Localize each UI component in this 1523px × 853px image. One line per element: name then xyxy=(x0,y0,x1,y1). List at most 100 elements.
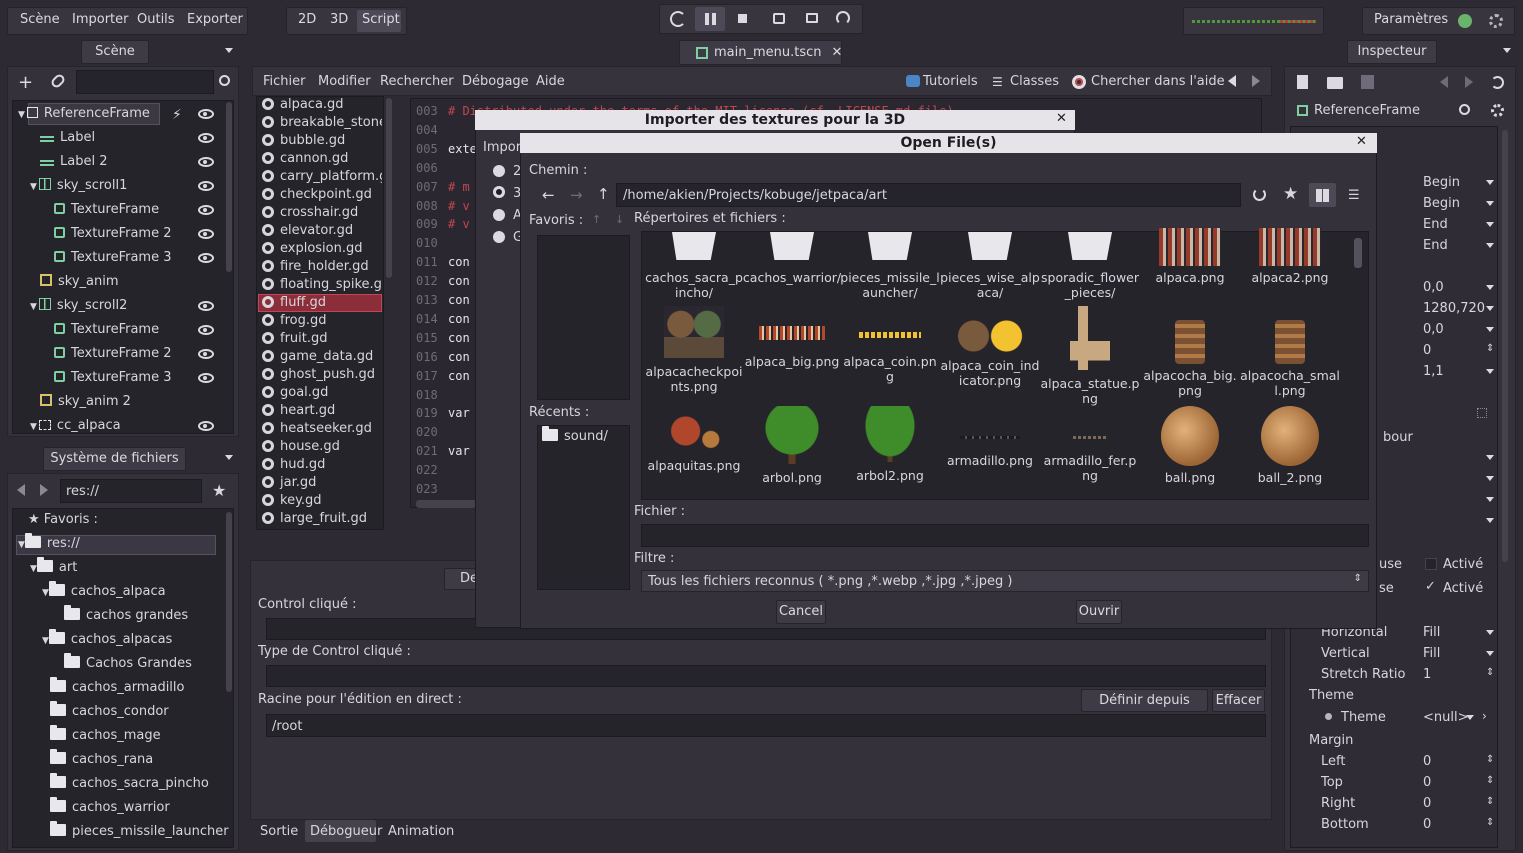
visibility-eye-icon[interactable] xyxy=(198,205,214,215)
list-view-icon[interactable]: ☰ xyxy=(1348,188,1360,203)
import-radio-4[interactable] xyxy=(493,231,505,243)
file-input[interactable] xyxy=(641,524,1369,547)
visibility-eye-icon[interactable] xyxy=(198,229,214,239)
script-file-item[interactable]: bubble.gd xyxy=(262,132,382,150)
new-resource-icon[interactable] xyxy=(1297,75,1308,89)
fs-favorites[interactable]: ★ Favoris : xyxy=(28,508,98,532)
dropdown-arrow-icon[interactable] xyxy=(1486,369,1494,374)
margin-top-value[interactable]: 0 xyxy=(1423,775,1431,790)
script-file-item[interactable]: frog.gd xyxy=(262,312,382,330)
scene-node[interactable]: ▼ ReferenceFrame xyxy=(18,102,150,126)
script-file-item[interactable]: floating_spike.gd xyxy=(262,276,382,294)
script-file-item[interactable]: heart.gd xyxy=(262,402,382,420)
visibility-eye-icon[interactable] xyxy=(198,253,214,263)
fs-folder-item[interactable]: cachos_armadillo xyxy=(50,676,184,700)
tab-main-menu[interactable]: main_menu.tscn ✕ xyxy=(679,40,842,65)
back-icon[interactable] xyxy=(17,484,25,496)
visibility-eye-icon[interactable] xyxy=(198,373,214,383)
inspector-value[interactable]: Begin xyxy=(1423,196,1460,211)
dialog-refresh-icon[interactable] xyxy=(1253,188,1266,201)
script-file-item[interactable]: hud.gd xyxy=(262,456,382,474)
favorite-star-icon[interactable]: ★ xyxy=(212,481,226,500)
script-file-item[interactable]: house.gd xyxy=(262,438,382,456)
stretch-ratio-value[interactable]: 1 xyxy=(1423,667,1431,682)
fs-folder-item[interactable]: cachos_rana xyxy=(50,748,153,772)
script-file-item[interactable]: explosion.gd xyxy=(262,240,382,258)
script-file-item[interactable]: large_fruit.gd xyxy=(262,510,382,528)
favorites-list[interactable] xyxy=(537,235,630,400)
recent-item-sound[interactable]: sound/ xyxy=(542,426,608,444)
script-menu-help[interactable]: Aide xyxy=(536,74,565,89)
grid-file[interactable]: armadillo_fer.png xyxy=(1040,406,1140,504)
script-menu-search[interactable]: Rechercher xyxy=(380,74,454,89)
menu-scene[interactable]: Scène xyxy=(20,12,60,27)
dialog-back-icon[interactable]: ← xyxy=(542,188,555,203)
script-file-item[interactable]: fire_holder.gd xyxy=(262,258,382,276)
fav-down-icon[interactable]: ↓ xyxy=(615,213,624,226)
mode-script-button[interactable]: Script xyxy=(362,12,400,27)
visibility-eye-icon[interactable] xyxy=(198,421,214,431)
script-file-item[interactable]: key.gd xyxy=(262,492,382,510)
dropdown-arrow-icon[interactable] xyxy=(1486,285,1494,290)
grid-file[interactable]: alpaca_coin_indicator.png xyxy=(940,306,1040,404)
open-folder-icon[interactable] xyxy=(1327,77,1343,89)
fs-folder-item[interactable]: cachos_mage xyxy=(50,724,161,748)
grid-file[interactable]: alpaca_coin.png xyxy=(840,306,940,404)
dropdown-arrow-icon[interactable] xyxy=(1486,243,1494,248)
inspector-value[interactable]: 1280,720 xyxy=(1423,301,1485,316)
theme-expand-icon[interactable]: › xyxy=(1482,709,1487,723)
vertical-value[interactable]: Fill xyxy=(1423,646,1440,661)
filter-select[interactable]: Tous les fichiers reconnus ( *.png ,*.we… xyxy=(641,570,1369,592)
active-checkbox-1[interactable] xyxy=(1425,558,1437,570)
tab-output[interactable]: Sortie xyxy=(260,824,298,839)
set-from-tree-button[interactable]: Définir depuis l'arbre xyxy=(1081,689,1208,729)
import-dialog-close-icon[interactable]: ✕ xyxy=(1056,111,1067,126)
scene-node[interactable]: Label xyxy=(40,126,95,150)
inspector-scrollbar[interactable] xyxy=(1502,130,1508,562)
scene-node[interactable]: TextureFrame xyxy=(54,198,159,222)
script-menu-file[interactable]: Fichier xyxy=(263,74,306,89)
grid-file[interactable]: arbol2.png xyxy=(840,406,940,504)
grid-file[interactable]: alpacocha_small.png xyxy=(1240,306,1340,404)
cancel-button[interactable]: Cancel xyxy=(776,600,826,624)
scene-node[interactable]: TextureFrame 2 xyxy=(54,222,172,246)
menu-export[interactable]: Exporter xyxy=(187,12,243,27)
dialog-favorite-icon[interactable]: ★ xyxy=(1283,184,1298,204)
expand-caret-icon[interactable]: ▼ xyxy=(42,636,49,646)
scene-node[interactable]: sky_anim 2 xyxy=(40,390,131,414)
expand-caret-icon[interactable]: ▼ xyxy=(30,182,37,192)
inspector-value[interactable]: End xyxy=(1423,217,1448,232)
stop-icon[interactable] xyxy=(738,14,747,23)
script-menu-debug[interactable]: Débogage xyxy=(462,74,529,89)
settings-button[interactable]: Paramètres xyxy=(1374,12,1448,27)
script-list-scrollbar[interactable] xyxy=(386,98,392,278)
scene-node[interactable]: TextureFrame 3 xyxy=(54,246,172,270)
fav-up-icon[interactable]: ↑ xyxy=(592,213,601,226)
signal-icon[interactable]: ⚡ xyxy=(172,107,182,123)
horizontal-value[interactable]: Fill xyxy=(1423,625,1440,640)
script-file-item[interactable]: elevator.gd xyxy=(262,222,382,240)
scene-node[interactable]: TextureFrame 2 xyxy=(54,342,172,366)
visibility-eye-icon[interactable] xyxy=(198,133,214,143)
script-file-item[interactable]: heatseeker.gd xyxy=(262,420,382,438)
forward-icon[interactable] xyxy=(40,484,48,496)
script-file-item[interactable]: jar.gd xyxy=(262,474,382,492)
inspector-forward-icon[interactable] xyxy=(1465,76,1473,88)
visibility-eye-icon[interactable] xyxy=(198,157,214,167)
inspector-value[interactable]: 0 xyxy=(1423,343,1431,358)
menu-import[interactable]: Importer xyxy=(72,12,129,27)
dropdown-arrow-icon[interactable] xyxy=(1486,201,1494,206)
grid-file[interactable]: alpaca_statue.png xyxy=(1040,306,1140,406)
grid-file[interactable]: ball.png xyxy=(1140,406,1240,504)
open-file-close-icon[interactable]: ✕ xyxy=(1356,134,1367,149)
play-custom-icon[interactable] xyxy=(806,13,818,23)
fs-folder-item[interactable]: ▼ cachos_alpaca xyxy=(42,580,166,604)
file-grid-scrollbar[interactable] xyxy=(1354,238,1362,268)
grid-file[interactable]: arbol.png xyxy=(742,406,842,504)
search-icon[interactable] xyxy=(219,75,230,86)
fs-tree-scrollbar[interactable] xyxy=(226,512,232,692)
scene-node[interactable]: ▼ cc_alpaca xyxy=(30,414,121,438)
margin-left-value[interactable]: 0 xyxy=(1423,754,1431,769)
fs-root[interactable]: ▼ res:// xyxy=(18,532,80,556)
expand-caret-icon[interactable]: ▼ xyxy=(18,110,25,120)
